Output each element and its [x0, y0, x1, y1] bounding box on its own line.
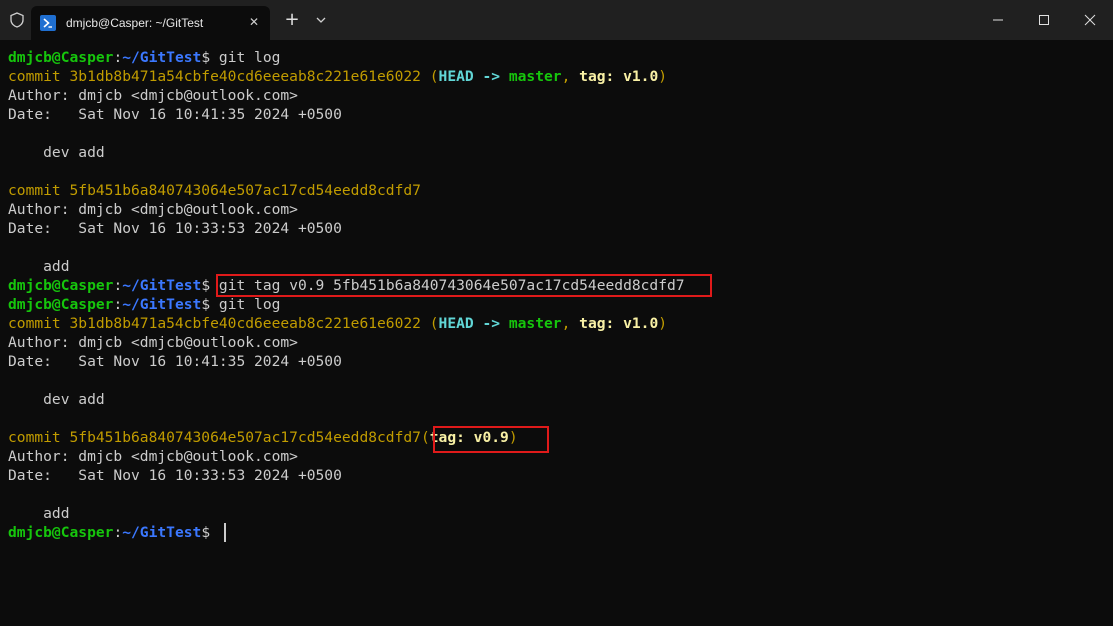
title-bar: dmjcb@Casper: ~/GitTest ✕ + — [0, 0, 1113, 40]
prompt-path: ~/GitTest — [122, 49, 202, 66]
prompt-symbol: $ — [201, 49, 211, 66]
powershell-icon — [40, 15, 56, 31]
tag-ref: tag: v1.0 — [579, 315, 659, 332]
command-text: git log — [218, 296, 281, 313]
date-line: Date: Sat Nov 16 10:41:35 2024 +0500 — [8, 353, 342, 370]
date-line: Date: Sat Nov 16 10:33:53 2024 +0500 — [8, 220, 342, 237]
new-tab-button[interactable]: + — [282, 10, 302, 30]
ref-close: ) — [658, 68, 668, 85]
prompt-symbol: $ — [201, 296, 211, 313]
commit-hash: commit 5fb451b6a840743064e507ac17cd54eed… — [8, 182, 421, 199]
tag-ref: tag: v1.0 — [579, 68, 659, 85]
close-button[interactable] — [1067, 0, 1113, 40]
maximize-icon — [1039, 15, 1049, 25]
prompt-path: ~/GitTest — [122, 296, 202, 313]
commit-line: commit 3b1db8b471a54cbfe40cd6eeeab8c221e… — [8, 314, 667, 333]
minimize-icon — [993, 19, 1003, 21]
commit-hash: commit 3b1db8b471a54cbfe40cd6eeeab8c221e… — [8, 315, 421, 332]
prompt-separator: : — [113, 49, 123, 66]
head-ref: HEAD -> — [438, 68, 501, 85]
prompt-user: dmjcb@Casper — [8, 49, 114, 66]
ref-open: ( — [420, 429, 430, 446]
ref-open: ( — [429, 68, 439, 85]
commit-line: commit 5fb451b6a840743064e507ac17cd54eed… — [8, 181, 421, 200]
commit-hash: commit 3b1db8b471a54cbfe40cd6eeeab8c221e… — [8, 68, 421, 85]
prompt-separator: : — [113, 277, 123, 294]
branch-ref: master — [508, 68, 562, 85]
commit-message: add — [8, 258, 70, 275]
command-text: git log — [218, 49, 281, 66]
text-cursor — [224, 523, 226, 542]
head-ref: HEAD -> — [438, 315, 501, 332]
minimize-button[interactable] — [975, 0, 1021, 40]
date-line: Date: Sat Nov 16 10:41:35 2024 +0500 — [8, 106, 342, 123]
tab-close-icon[interactable]: ✕ — [247, 15, 261, 29]
prompt-line: dmjcb@Casper:~/GitTest$ git log — [8, 48, 280, 67]
prompt-path: ~/GitTest — [122, 524, 202, 541]
commit-message: dev add — [8, 144, 105, 161]
prompt-user: dmjcb@Casper — [8, 277, 114, 294]
highlight-box-tag-command — [216, 274, 712, 297]
commit-line: commit 3b1db8b471a54cbfe40cd6eeeab8c221e… — [8, 67, 667, 86]
prompt-user: dmjcb@Casper — [8, 296, 114, 313]
author-line: Author: dmjcb <dmjcb@outlook.com> — [8, 201, 298, 218]
ref-close: ) — [658, 315, 668, 332]
prompt-line: dmjcb@Casper:~/GitTest$ git log — [8, 295, 280, 314]
prompt-symbol: $ — [201, 277, 211, 294]
prompt-separator: : — [113, 296, 123, 313]
prompt-path: ~/GitTest — [122, 277, 202, 294]
highlight-box-new-tag — [433, 426, 549, 453]
ref-comma: , — [561, 68, 571, 85]
chevron-down-icon[interactable] — [313, 12, 329, 28]
prompt-separator: : — [113, 524, 123, 541]
prompt-user: dmjcb@Casper — [8, 524, 114, 541]
terminal-output[interactable]: dmjcb@Casper:~/GitTest$ git log commit 3… — [0, 40, 1113, 626]
shield-icon[interactable] — [9, 12, 25, 28]
author-line: Author: dmjcb <dmjcb@outlook.com> — [8, 448, 298, 465]
tab-title: dmjcb@Casper: ~/GitTest — [66, 16, 204, 30]
prompt-line: dmjcb@Casper:~/GitTest$ — [8, 523, 210, 542]
commit-message: dev add — [8, 391, 105, 408]
ref-comma: , — [561, 315, 571, 332]
date-line: Date: Sat Nov 16 10:33:53 2024 +0500 — [8, 467, 342, 484]
commit-hash: commit 5fb451b6a840743064e507ac17cd54eed… — [8, 429, 421, 446]
close-icon — [1084, 14, 1096, 26]
terminal-tab[interactable]: dmjcb@Casper: ~/GitTest ✕ — [31, 6, 270, 40]
author-line: Author: dmjcb <dmjcb@outlook.com> — [8, 87, 298, 104]
prompt-symbol: $ — [201, 524, 211, 541]
author-line: Author: dmjcb <dmjcb@outlook.com> — [8, 334, 298, 351]
branch-ref: master — [508, 315, 562, 332]
commit-message: add — [8, 505, 70, 522]
ref-open: ( — [429, 315, 439, 332]
maximize-button[interactable] — [1021, 0, 1067, 40]
